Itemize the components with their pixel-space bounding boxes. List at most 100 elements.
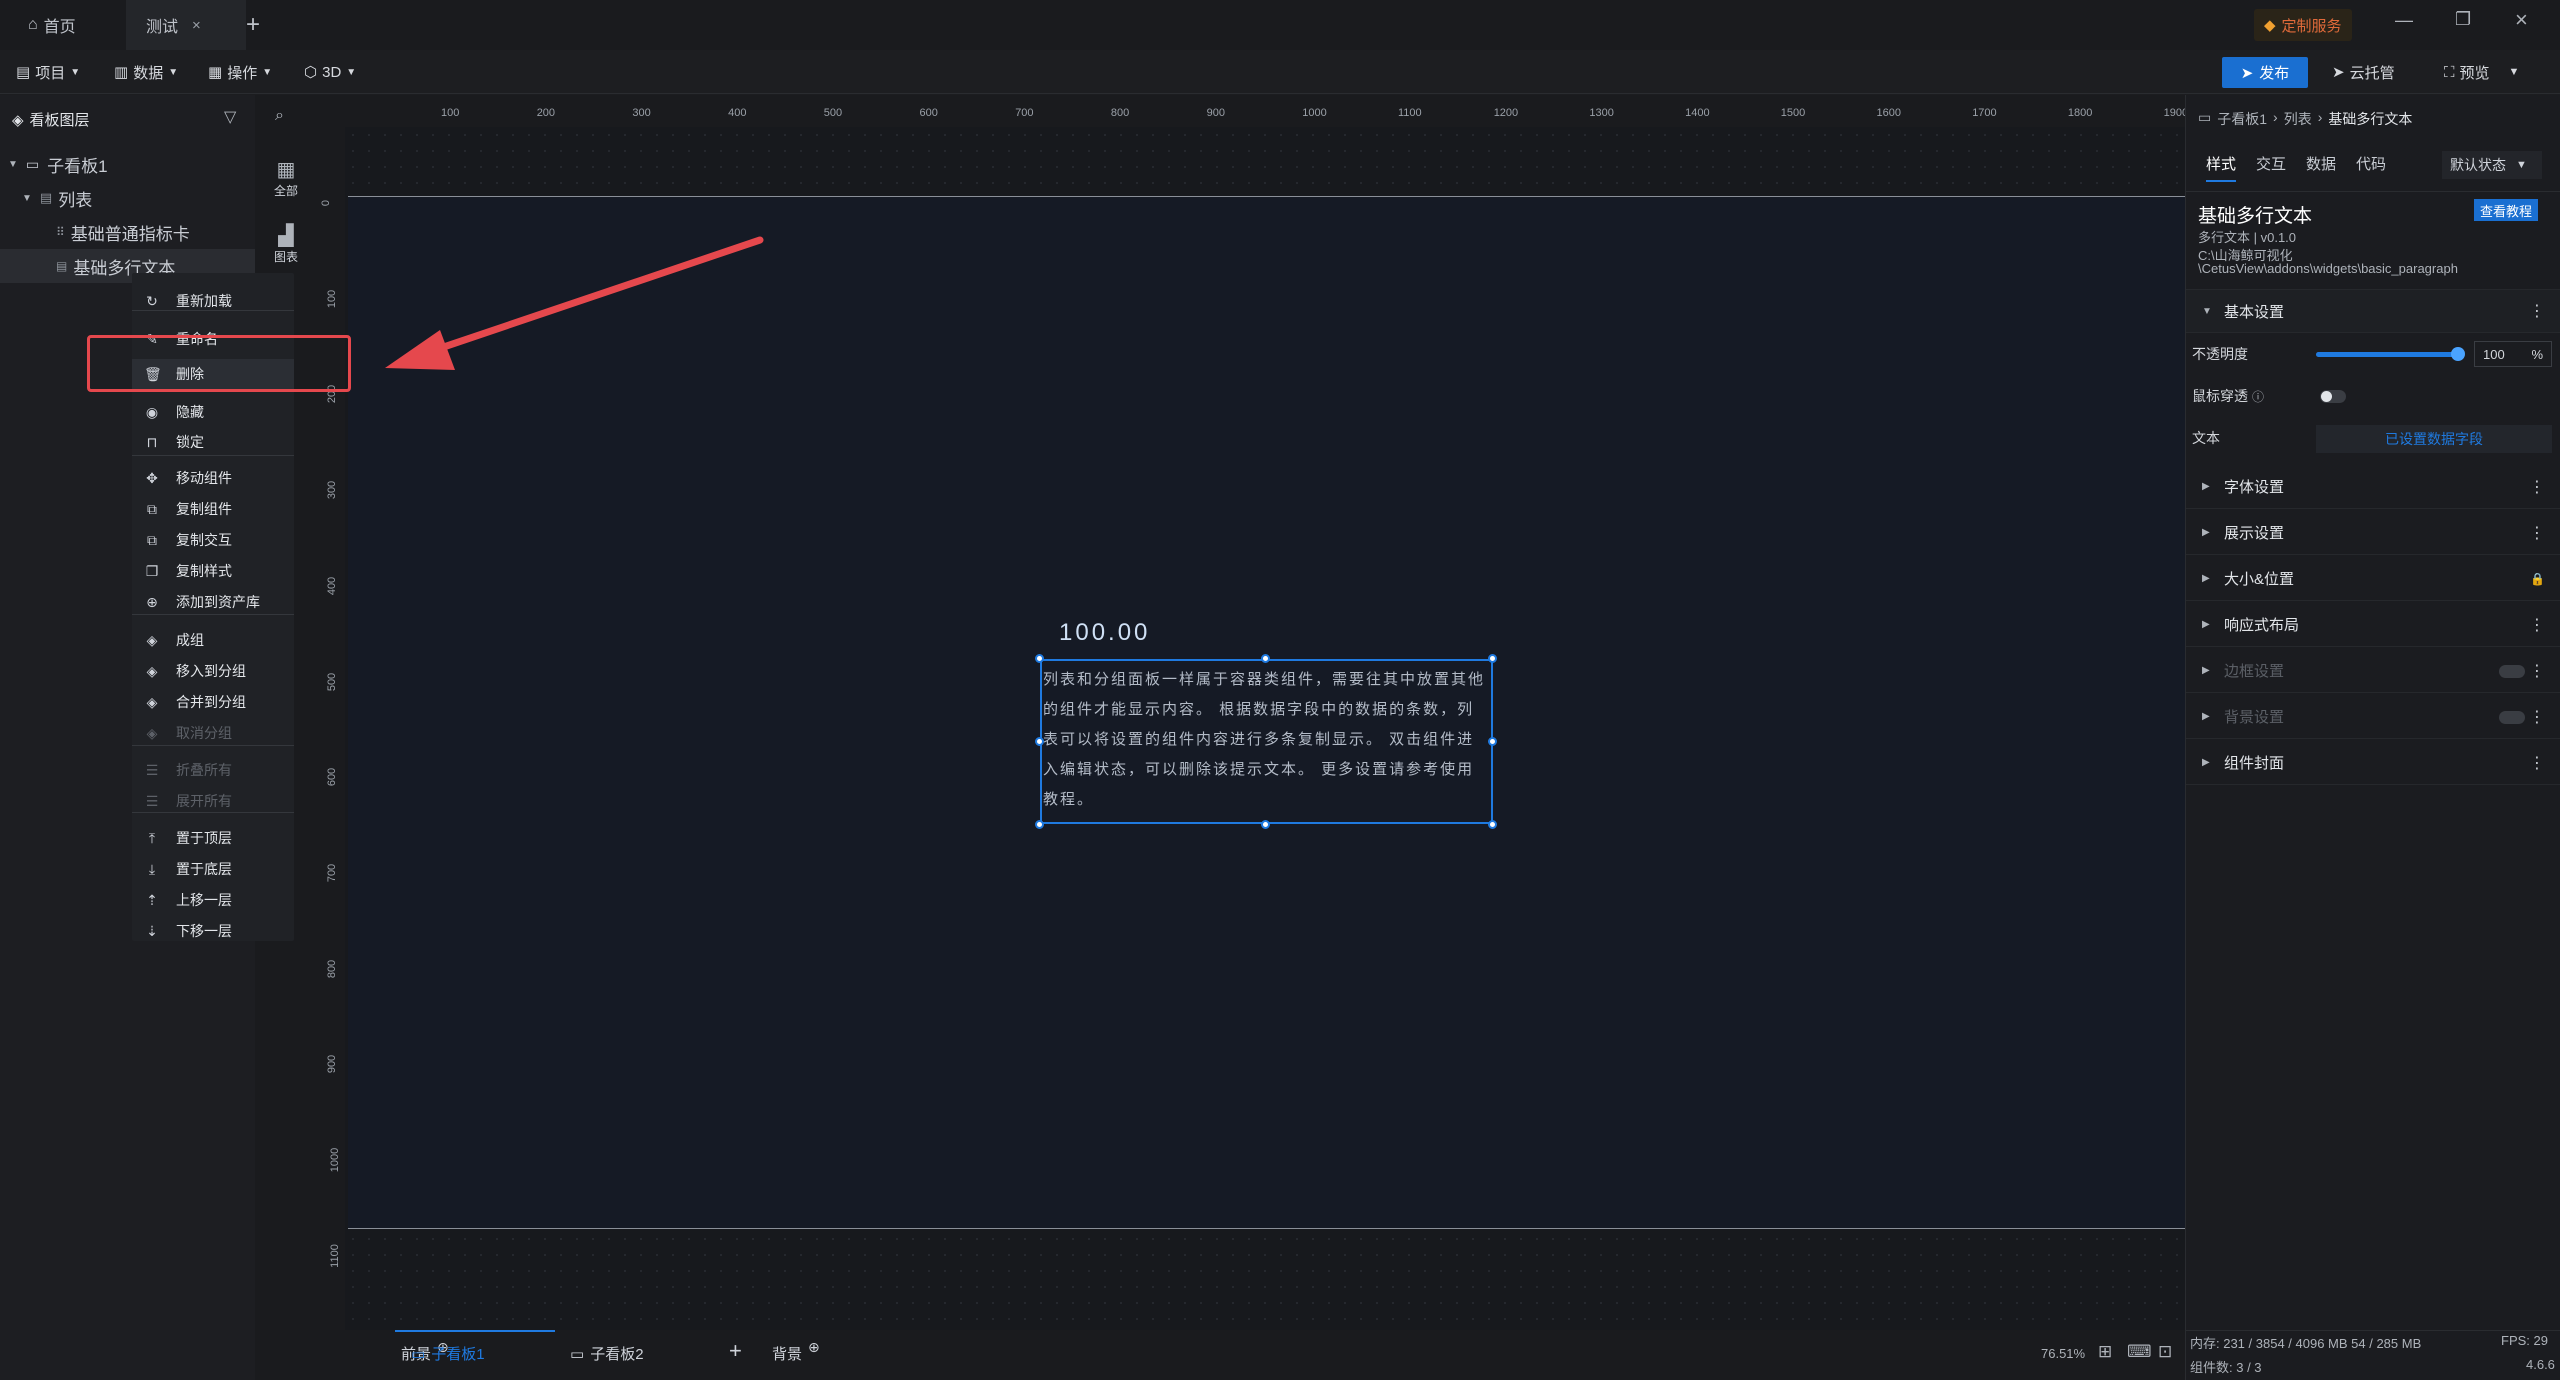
resize-handle[interactable]: [1488, 820, 1497, 829]
more-icon[interactable]: ⋮: [2529, 523, 2545, 543]
opacity-slider[interactable]: [2316, 352, 2458, 357]
menu-item[interactable]: ✥ 移动组件: [132, 463, 294, 493]
menu-data[interactable]: ▥ 数据 ▼: [114, 50, 178, 94]
paragraph-selection[interactable]: 列表和分组面板一样属于容器类组件，需要往其中放置其他的组件才能显示内容。 根据数…: [1040, 659, 1493, 824]
menu-item[interactable]: ◈ 移入到分组: [132, 656, 294, 686]
section-basic[interactable]: ▼ 基本设置 ⋮: [2186, 289, 2560, 333]
preview-button[interactable]: ⛶ 预览 ▼: [2444, 50, 2519, 94]
menu-item-label: 取消分组: [176, 725, 232, 741]
resize-handle[interactable]: [1488, 737, 1497, 746]
layer-item-board1[interactable]: ▼ ▭ 子看板1: [0, 147, 255, 181]
section-header[interactable]: ▶ 展示设置 ⋮: [2186, 511, 2560, 555]
section-header[interactable]: ▶ 响应式布局 ⋮: [2186, 603, 2560, 647]
resize-handle[interactable]: [1035, 654, 1044, 663]
mouse-through-toggle[interactable]: [2320, 390, 2346, 403]
keyboard-icon[interactable]: ⌨: [2127, 1342, 2152, 1362]
menu-item[interactable]: ⇣ 下移一层: [132, 916, 294, 946]
menu-item[interactable]: ◉ 隐藏: [132, 397, 294, 427]
strip-all-label: 全部: [273, 184, 298, 198]
resize-handle[interactable]: [1035, 737, 1044, 746]
section-header[interactable]: ▶ 背景设置 ⋮: [2186, 695, 2560, 739]
tab-test[interactable]: 测试 ×: [126, 0, 246, 50]
menu-item[interactable]: ◈ 合并到分组: [132, 687, 294, 717]
menu-item[interactable]: ❐ 复制样式: [132, 556, 294, 586]
monitor-icon: ▭: [411, 1345, 426, 1363]
tab-board2[interactable]: ▭ 子看板2: [570, 1343, 644, 1364]
tab-background[interactable]: 背景 ⊕: [772, 1339, 820, 1364]
menu-item[interactable]: ⤒ 置于顶层: [132, 823, 294, 853]
close-icon[interactable]: ×: [192, 17, 201, 34]
menu-item[interactable]: ⧉ 复制交互: [132, 525, 294, 555]
custom-service-button[interactable]: ◆ 定制服务: [2254, 9, 2352, 41]
layer-item-indicator-card[interactable]: ⠿ 基础普通指标卡: [0, 215, 255, 249]
ruler-tick-label: 800: [1110, 107, 1130, 119]
cloud-host-button[interactable]: ➤ 云托管: [2332, 50, 2395, 94]
text-data-field[interactable]: 已设置数据字段: [2316, 425, 2552, 453]
more-icon[interactable]: ⋮: [2529, 301, 2545, 321]
breadcrumb-item[interactable]: 子看板1: [2217, 109, 2267, 129]
strip-chart-button[interactable]: ▟ 图表: [269, 223, 303, 265]
ruler-tick-label: 1800: [2067, 107, 2093, 119]
lock-icon[interactable]: 🔒: [2530, 572, 2545, 586]
window-close-icon[interactable]: ×: [2515, 7, 2528, 33]
menu-item[interactable]: ⊓ 锁定: [132, 427, 294, 457]
menu-item[interactable]: ⧉ 复制组件: [132, 494, 294, 524]
resize-handle[interactable]: [1261, 820, 1270, 829]
tab-board1-wrap[interactable]: ▭ 子看板1: [411, 1343, 485, 1364]
state-select[interactable]: 默认状态 ▼: [2442, 151, 2542, 179]
more-icon[interactable]: ⋮: [2529, 477, 2545, 497]
resize-handle[interactable]: [1488, 654, 1497, 663]
section-header[interactable]: ▶ 字体设置 ⋮: [2186, 465, 2560, 509]
menu-item-label: 展开所有: [176, 793, 232, 809]
breadcrumb-item[interactable]: 列表: [2284, 109, 2312, 129]
section-header[interactable]: ▶ 组件封面 ⋮: [2186, 741, 2560, 785]
tab-code[interactable]: 代码: [2356, 153, 2386, 174]
breadcrumb-item[interactable]: 基础多行文本: [2328, 109, 2412, 129]
tab-data[interactable]: 数据: [2306, 153, 2336, 174]
new-tab-icon[interactable]: +: [246, 0, 260, 50]
opacity-input[interactable]: 100 %: [2474, 341, 2552, 367]
section-header[interactable]: ▶ 大小&位置 🔒: [2186, 557, 2560, 601]
layer-item-list[interactable]: ▼ ▤ 列表: [0, 181, 255, 215]
search-icon[interactable]: ⌕: [275, 107, 284, 125]
tab-interaction[interactable]: 交互: [2256, 153, 2286, 174]
menu-item-label: 置于底层: [176, 861, 232, 877]
more-icon[interactable]: ⋮: [2529, 661, 2545, 681]
section-toggle[interactable]: [2499, 665, 2525, 678]
menu-item[interactable]: ◈ 成组: [132, 625, 294, 655]
menu-operate[interactable]: ▦ 操作 ▼: [208, 50, 272, 94]
menu-project[interactable]: ▤ 项目 ▼: [16, 50, 80, 94]
more-icon[interactable]: ⋮: [2529, 753, 2545, 773]
resize-handle[interactable]: [1261, 654, 1270, 663]
fit-screen-icon[interactable]: ⊞: [2098, 1342, 2112, 1362]
minimize-icon[interactable]: —: [2395, 10, 2413, 31]
tab-style[interactable]: 样式: [2206, 153, 2237, 182]
chevron-down-icon[interactable]: ▼: [2509, 66, 2520, 78]
section-toggle[interactable]: [2499, 711, 2525, 724]
monitor-icon: ▭: [2198, 109, 2212, 125]
menu-item[interactable]: ↻ 重新加载: [132, 286, 294, 316]
filter-icon[interactable]: ▽: [224, 107, 236, 127]
publish-button[interactable]: ➤ 发布: [2222, 57, 2308, 88]
add-circle-icon[interactable]: ⊕: [808, 1339, 820, 1356]
tab-home[interactable]: ⌂ 首页: [28, 0, 76, 50]
more-icon[interactable]: ⋮: [2529, 707, 2545, 727]
zoom-level[interactable]: 76.51%: [2041, 1346, 2085, 1361]
preview-label: 预览: [2459, 64, 2490, 82]
resize-handle[interactable]: [1035, 820, 1044, 829]
more-icon[interactable]: ⋮: [2529, 615, 2545, 635]
menu-item[interactable]: ⇡ 上移一层: [132, 885, 294, 915]
restore-icon[interactable]: ❐: [2455, 9, 2471, 30]
menu-item[interactable]: ⤓ 置于底层: [132, 854, 294, 884]
indicator-number[interactable]: 100.00: [1059, 619, 1150, 647]
text-row: 文本 已设置数据字段: [2186, 419, 2560, 457]
terminal-icon[interactable]: ⊡: [2158, 1342, 2172, 1362]
add-board-icon[interactable]: +: [729, 1338, 742, 1364]
strip-all-button[interactable]: ▦ 全部: [269, 157, 303, 199]
opacity-slider-handle[interactable]: [2451, 347, 2465, 361]
section-label: 展示设置: [2224, 525, 2285, 542]
menu-item[interactable]: ⊕ 添加到资产库: [132, 587, 294, 617]
tutorial-button[interactable]: 查看教程: [2474, 199, 2539, 221]
menu-3d[interactable]: ⬡ 3D ▼: [304, 50, 356, 94]
section-header[interactable]: ▶ 边框设置 ⋮: [2186, 649, 2560, 693]
